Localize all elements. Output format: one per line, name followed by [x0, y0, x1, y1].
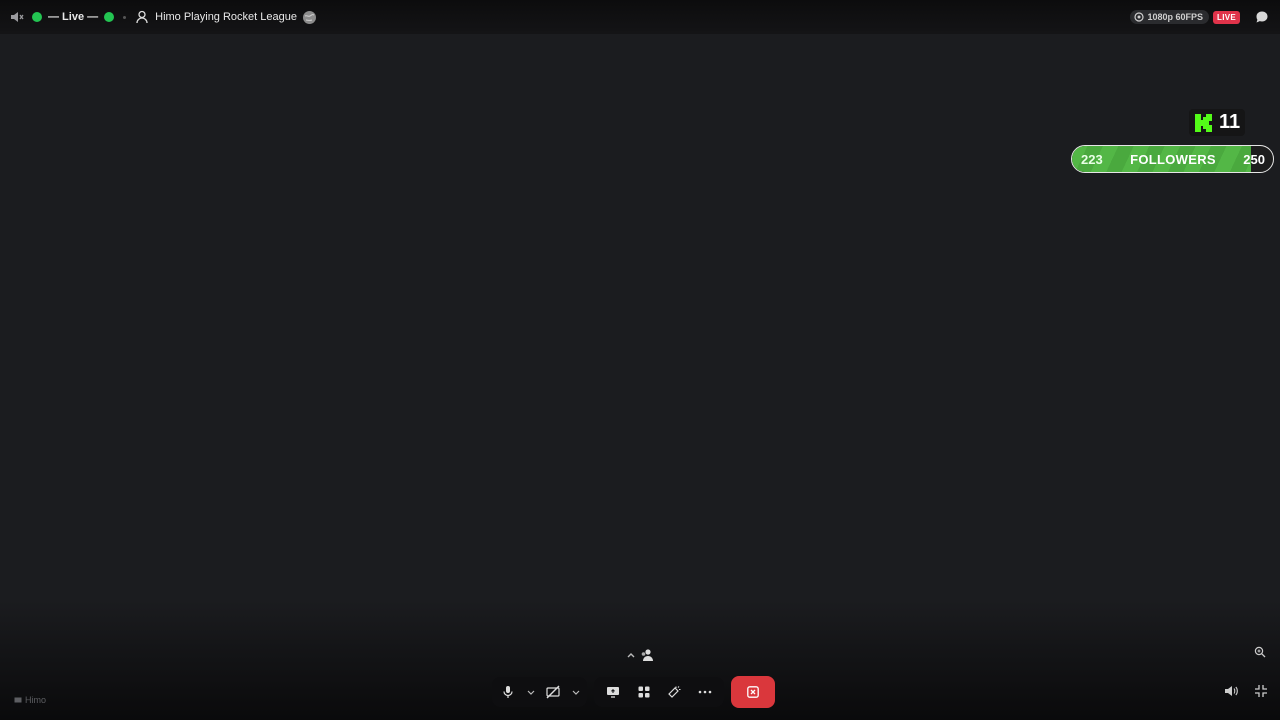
volume-button[interactable]	[1222, 682, 1240, 700]
camera-button[interactable]	[541, 680, 565, 704]
microphone-button[interactable]	[496, 680, 520, 704]
more-options-button[interactable]	[693, 680, 717, 704]
speaker-muted-icon[interactable]	[10, 10, 24, 24]
chevron-down-icon	[527, 688, 535, 696]
exit-fullscreen-button[interactable]	[1252, 682, 1270, 700]
live-indicator-dot	[104, 12, 115, 22]
people-icon	[640, 648, 654, 662]
camera-options[interactable]	[569, 680, 583, 704]
screen-share-icon	[606, 685, 620, 699]
follower-goal-bar: 223 FOLLOWERS 250	[1071, 145, 1274, 173]
soundboard-button[interactable]	[662, 680, 686, 704]
camera-off-icon	[546, 685, 560, 699]
screen-share-button[interactable]	[601, 680, 625, 704]
separator	[123, 15, 127, 19]
screen-icon	[14, 697, 22, 704]
volume-icon	[1224, 684, 1238, 698]
call-actions	[594, 677, 724, 707]
participants-toggle[interactable]	[622, 645, 658, 665]
follower-goal: 250	[1243, 151, 1265, 167]
activities-icon	[637, 685, 651, 699]
globe-avatar-icon[interactable]	[302, 10, 317, 25]
quality-badge: 1080p 60FPS	[1130, 10, 1210, 24]
chevron-up-icon	[626, 650, 636, 660]
microphone-options[interactable]	[524, 680, 538, 704]
follower-current: 223	[1081, 151, 1103, 167]
kick-viewer-number: 11	[1219, 111, 1241, 133]
exit-fullscreen-icon	[1254, 684, 1268, 698]
stream-title: Himo Playing Rocket League	[155, 11, 297, 23]
user-avatar-icon[interactable]	[135, 10, 149, 24]
kick-logo-icon	[1193, 113, 1213, 133]
chat-bubble-icon[interactable]	[1254, 9, 1270, 25]
live-badge: LIVE	[1213, 10, 1240, 24]
chevron-down-icon	[572, 688, 580, 696]
kick-viewer-count: 11	[1189, 109, 1245, 136]
soundboard-icon	[667, 685, 681, 699]
stream-info: — Live — Himo Playing Rocket League	[10, 7, 317, 27]
live-label: — Live —	[48, 11, 99, 23]
stream-top-bar: — Live — Himo Playing Rocket League 1080…	[0, 0, 1280, 34]
live-indicator-dot	[32, 12, 42, 22]
disconnect-button[interactable]	[731, 676, 775, 708]
disconnect-icon	[747, 686, 759, 698]
zoom-button[interactable]	[1251, 643, 1269, 661]
media-controls	[492, 677, 587, 707]
zoom-icon	[1254, 646, 1266, 658]
more-icon	[698, 690, 712, 694]
activities-button[interactable]	[632, 680, 656, 704]
stream-owner-name: Himo	[25, 695, 47, 705]
eye-icon	[1134, 12, 1145, 22]
quality-label: 1080p 60FPS	[1147, 12, 1204, 22]
follower-label: FOLLOWERS	[1130, 151, 1216, 167]
stream-owner-tag: Himo	[14, 693, 46, 707]
microphone-icon	[502, 685, 514, 699]
stream-status: 1080p 60FPS LIVE	[1130, 8, 1270, 26]
